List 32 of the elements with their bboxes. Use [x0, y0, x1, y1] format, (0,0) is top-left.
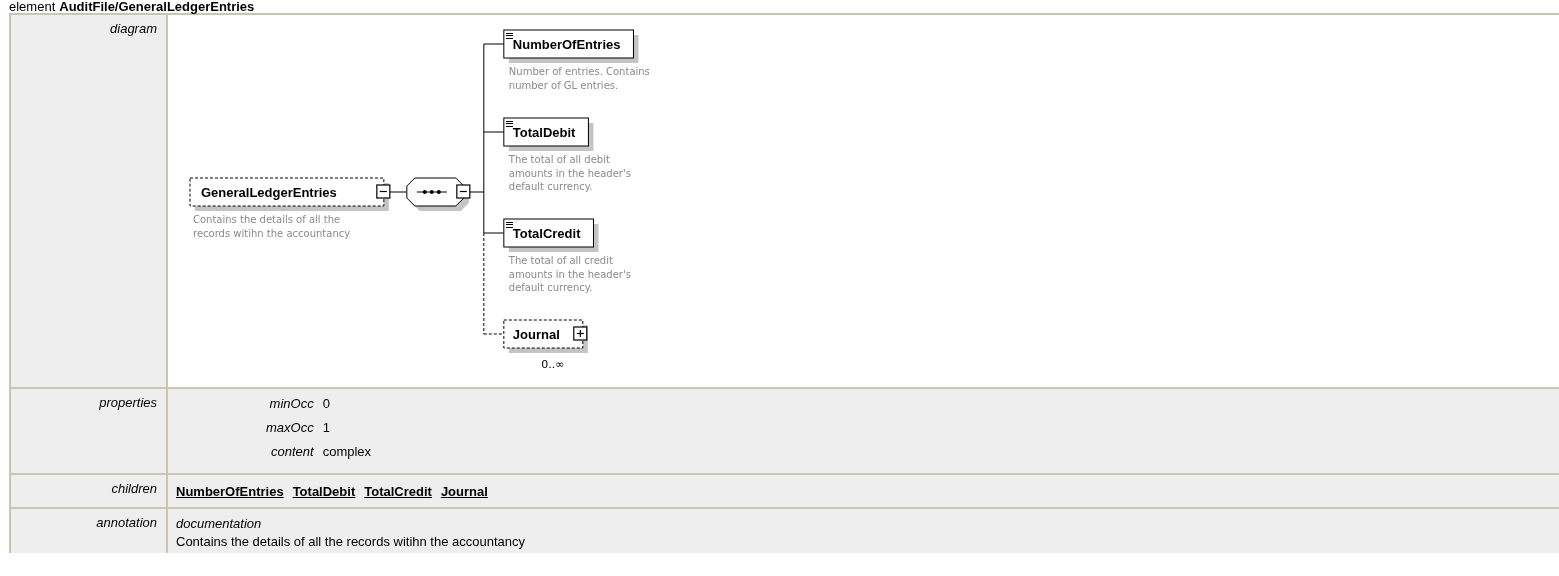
property-value: 0 [322, 396, 331, 411]
child-link[interactable]: TotalCredit [364, 484, 432, 499]
element-description: Contains the details of all the records witihn the accountancy [193, 214, 351, 239]
element-name: NumberOfEntries [512, 37, 621, 52]
element-name: GeneralLedgerEntries [201, 185, 337, 200]
property-name: maxOcc [266, 420, 314, 435]
row-label: annotation [96, 515, 157, 530]
expand-icon[interactable] [573, 326, 588, 341]
child-link[interactable]: Journal [440, 484, 488, 499]
row-label: children [111, 481, 157, 496]
row-label: diagram [110, 21, 157, 36]
element-name: TotalDebit [512, 125, 576, 140]
element-path: AuditFile/GeneralLedgerEntries [59, 0, 255, 13]
child-link[interactable]: TotalDebit [292, 484, 356, 499]
row-label: properties [99, 395, 157, 410]
element-name: TotalCredit [512, 226, 581, 241]
element-description: Number of entries. Contains number of GL entries. [508, 66, 650, 91]
annotation-text: Contains the details of all the records witihn the accountancy [176, 534, 527, 549]
property-value: complex [322, 444, 372, 459]
property-name: minOcc [269, 396, 314, 411]
property-name: content [271, 444, 314, 459]
child-link[interactable]: NumberOfEntries [176, 484, 284, 499]
collapse-icon[interactable] [456, 184, 471, 199]
occurrence-label: 0..∞ [541, 358, 565, 371]
collapse-icon[interactable] [376, 184, 391, 199]
element-name: Journal [512, 327, 560, 342]
title-prefix: element [9, 0, 56, 13]
connector-line [389, 191, 408, 193]
property-value: 1 [322, 420, 331, 435]
element-description: The total of all credit amounts in the header's default currency. [508, 255, 631, 293]
element-description: The total of all debit amounts in the header's default currency. [508, 154, 631, 192]
annotation-heading: documentation [176, 516, 263, 531]
